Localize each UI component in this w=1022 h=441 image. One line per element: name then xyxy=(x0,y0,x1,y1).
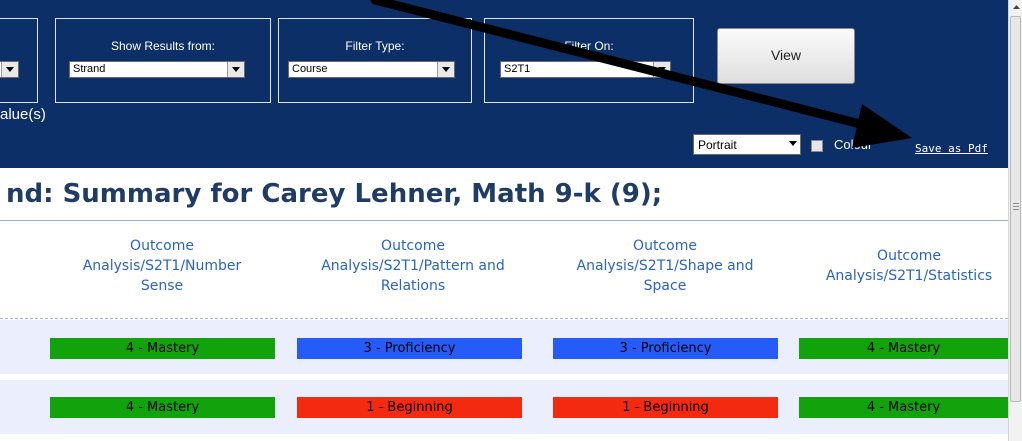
view-button[interactable]: View xyxy=(717,28,855,84)
filter-on-value: S2T1 xyxy=(504,63,531,75)
column-header-line: Outcome xyxy=(877,248,941,264)
show-results-value: Strand xyxy=(73,63,106,75)
chevron-down-icon xyxy=(653,62,670,77)
filter-on-box: Filter On: S2T1 xyxy=(484,18,694,103)
column-header-number-sense: Outcome Analysis/S2T1/Number Sense xyxy=(52,236,272,296)
grip-icon xyxy=(1013,206,1019,207)
result-cell: 3 - Proficiency xyxy=(297,338,522,359)
chevron-down-icon xyxy=(437,62,454,77)
result-cell: 4 - Mastery xyxy=(799,397,1008,418)
row-divider xyxy=(0,374,1008,375)
filter-type-box: Filter Type: Course xyxy=(278,18,472,103)
column-header-line: Outcome xyxy=(130,238,194,254)
chevron-down-icon xyxy=(1,62,18,77)
column-header-line: Space xyxy=(643,278,687,294)
grip-icon xyxy=(1013,203,1019,204)
header-divider xyxy=(0,318,1008,319)
chevron-down-icon xyxy=(227,62,244,77)
orientation-dropdown[interactable]: Portrait xyxy=(693,134,801,155)
column-header-line: Sense xyxy=(140,278,184,294)
partial-dropdown[interactable] xyxy=(0,61,19,78)
scroll-up-icon[interactable] xyxy=(1009,0,1022,14)
result-cell: 3 - Proficiency xyxy=(553,338,778,359)
table-row: 4 - Mastery 3 - Proficiency 3 - Proficie… xyxy=(0,320,1008,374)
colour-checkbox[interactable] xyxy=(811,140,823,152)
value-label: alue(s) xyxy=(0,106,46,123)
result-cell: 1 - Beginning xyxy=(297,397,522,418)
column-header-shape-space: Outcome Analysis/S2T1/Shape and Space xyxy=(552,236,778,296)
filter-type-dropdown[interactable]: Course xyxy=(288,61,455,78)
column-header-line: Analysis/S2T1/Pattern and xyxy=(321,258,505,274)
orientation-value: Portrait xyxy=(698,138,737,152)
column-header-line: Analysis/S2T1/Shape and xyxy=(576,258,754,274)
result-cell: 4 - Mastery xyxy=(50,397,275,418)
show-results-dropdown[interactable]: Strand xyxy=(69,61,245,78)
chevron-down-icon xyxy=(789,141,797,146)
filter-on-dropdown[interactable]: S2T1 xyxy=(500,61,671,78)
report-title: nd: Summary for Carey Lehner, Math 9-k (… xyxy=(6,179,663,209)
column-header-line: Analysis/S2T1/Number xyxy=(82,258,242,274)
column-header-line: Outcome xyxy=(633,238,697,254)
table-row: 4 - Mastery 1 - Beginning 1 - Beginning … xyxy=(0,380,1008,434)
filter-box-partial xyxy=(0,18,38,103)
column-header-statistics: Outcome Analysis/S2T1/Statistics xyxy=(804,246,1014,286)
filter-on-label: Filter On: xyxy=(564,39,614,53)
column-header-pattern-relations: Outcome Analysis/S2T1/Pattern and Relati… xyxy=(288,236,538,296)
filter-type-label: Filter Type: xyxy=(345,39,405,53)
grip-icon xyxy=(1013,209,1019,210)
title-divider xyxy=(0,220,1008,221)
vertical-scrollbar[interactable] xyxy=(1008,0,1022,441)
filter-toolbar: Show Results from: Strand Filter Type: C… xyxy=(0,0,1008,168)
column-header-line: Outcome xyxy=(381,238,445,254)
show-results-box: Show Results from: Strand xyxy=(55,18,271,103)
filter-type-value: Course xyxy=(292,63,328,75)
colour-label: Colour xyxy=(834,137,873,152)
scroll-thumb[interactable] xyxy=(1010,16,1021,402)
result-cell: 4 - Mastery xyxy=(50,338,275,359)
result-cell: 1 - Beginning xyxy=(553,397,778,418)
show-results-label: Show Results from: xyxy=(110,39,216,53)
column-header-line: Analysis/S2T1/Statistics xyxy=(825,268,993,284)
column-header-line: Relations xyxy=(380,278,446,294)
save-as-pdf-link[interactable]: Save as Pdf xyxy=(915,142,988,155)
result-cell: 4 - Mastery xyxy=(799,338,1008,359)
